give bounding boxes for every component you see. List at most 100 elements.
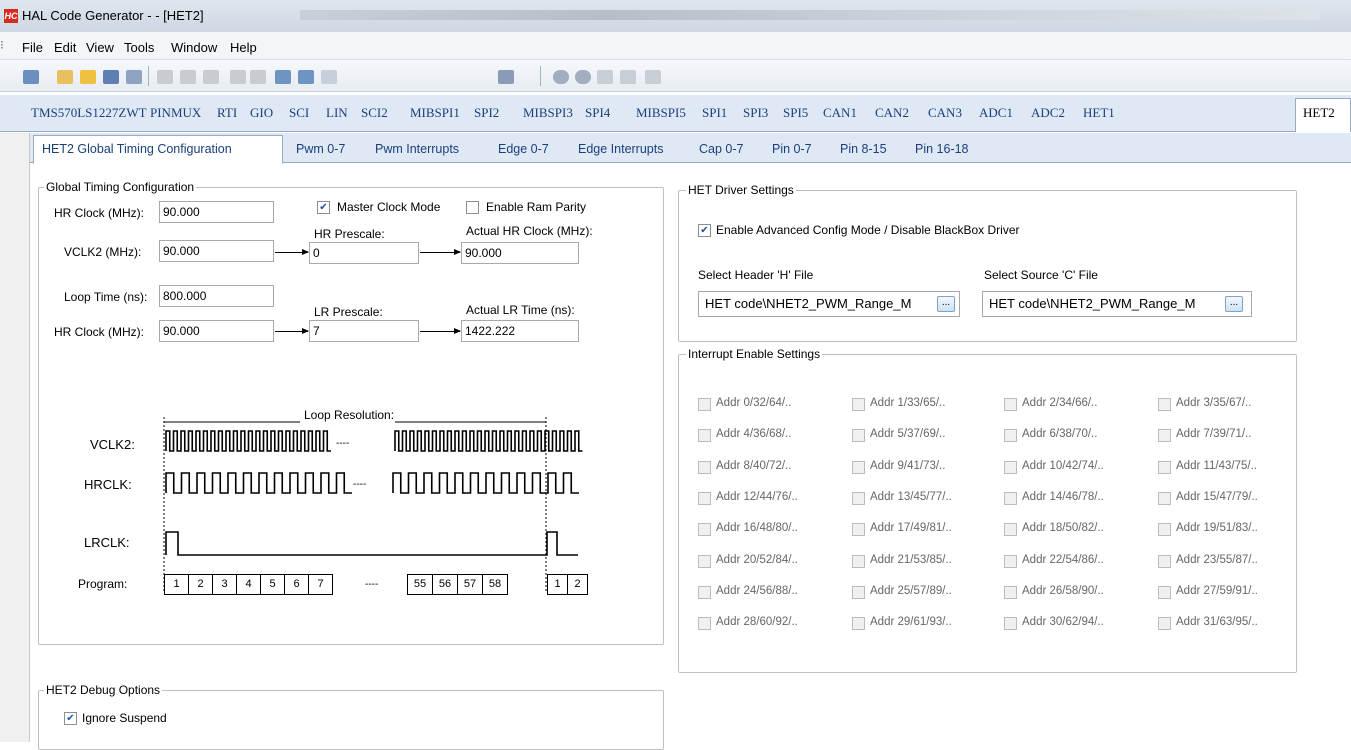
interrupt-checkbox[interactable] (698, 555, 711, 568)
source-browse-button[interactable]: ... (1225, 296, 1243, 312)
tab-mibspi1[interactable]: MIBSPI1 (410, 105, 460, 121)
interrupt-checkbox[interactable] (1158, 586, 1171, 599)
source-file-field[interactable]: HET code\NHET2_PWM_Range_M (982, 291, 1252, 317)
tab-can1[interactable]: CAN1 (823, 105, 857, 121)
home-icon[interactable] (645, 70, 661, 84)
interrupt-checkbox[interactable] (698, 398, 711, 411)
interrupt-checkbox[interactable] (1004, 429, 1017, 442)
copy-icon[interactable] (180, 70, 196, 84)
subtab-pin-8-15[interactable]: Pin 8-15 (840, 142, 887, 156)
interrupt-checkbox[interactable] (852, 586, 865, 599)
tab-het2[interactable]: HET2 (1303, 105, 1335, 121)
tab-gio[interactable]: GIO (250, 105, 273, 121)
interrupt-checkbox[interactable] (698, 586, 711, 599)
interrupt-checkbox[interactable] (698, 461, 711, 474)
settings-icon[interactable] (498, 70, 514, 84)
paste-icon[interactable] (203, 70, 219, 84)
subtab-edge-0-7[interactable]: Edge 0-7 (498, 142, 549, 156)
interrupt-checkbox[interactable] (1004, 492, 1017, 505)
interrupt-checkbox[interactable] (1158, 555, 1171, 568)
tab-spi2[interactable]: SPI2 (474, 105, 499, 121)
interrupt-checkbox[interactable] (852, 429, 865, 442)
stop-icon[interactable] (597, 70, 613, 84)
menu-window[interactable]: Window (171, 40, 217, 55)
tab-adc1[interactable]: ADC1 (979, 105, 1013, 121)
tab-rti[interactable]: RTI (217, 105, 237, 121)
subtab-pwm-0-7[interactable]: Pwm 0-7 (296, 142, 345, 156)
interrupt-checkbox[interactable] (852, 492, 865, 505)
generate-icon[interactable] (275, 70, 291, 84)
master-clock-checkbox[interactable]: ✔ (317, 201, 330, 214)
add-icon[interactable] (57, 70, 73, 84)
interrupt-checkbox[interactable] (1158, 461, 1171, 474)
hr-clock-field[interactable]: 90.000 (159, 201, 274, 223)
list-icon[interactable] (321, 70, 337, 84)
tab-can3[interactable]: CAN3 (928, 105, 962, 121)
interrupt-checkbox[interactable] (1004, 523, 1017, 536)
tab-spi4[interactable]: SPI4 (585, 105, 610, 121)
tab-spi3[interactable]: SPI3 (743, 105, 768, 121)
lr-prescale-field[interactable]: 7 (309, 320, 419, 342)
refresh-icon[interactable] (620, 70, 636, 84)
tab-spi1[interactable]: SPI1 (702, 105, 727, 121)
subtab-pin-0-7[interactable]: Pin 0-7 (772, 142, 812, 156)
validate-icon[interactable] (298, 70, 314, 84)
interrupt-checkbox[interactable] (852, 398, 865, 411)
tab-lin[interactable]: LIN (326, 105, 348, 121)
subtab-cap-0-7[interactable]: Cap 0-7 (699, 142, 743, 156)
interrupt-checkbox[interactable] (1004, 461, 1017, 474)
loop-time-field[interactable]: 800.000 (159, 285, 274, 307)
interrupt-checkbox[interactable] (1004, 586, 1017, 599)
interrupt-checkbox[interactable] (1004, 555, 1017, 568)
subtab-global-timing[interactable]: HET2 Global Timing Configuration (42, 142, 232, 156)
tab-mibspi3[interactable]: MIBSPI3 (523, 105, 573, 121)
interrupt-checkbox[interactable] (852, 523, 865, 536)
subtab-edge-interrupts[interactable]: Edge Interrupts (578, 142, 663, 156)
tab-pinmux[interactable]: PINMUX (150, 105, 201, 121)
interrupt-checkbox[interactable] (852, 461, 865, 474)
tab-can2[interactable]: CAN2 (875, 105, 909, 121)
advanced-config-checkbox[interactable]: ✔ (698, 224, 711, 237)
tab-tms570ls1227zwt[interactable]: TMS570LS1227ZWT (31, 105, 147, 121)
cut-icon[interactable] (157, 70, 173, 84)
tab-sci[interactable]: SCI (289, 105, 309, 121)
interrupt-checkbox[interactable] (698, 523, 711, 536)
ram-parity-checkbox[interactable] (466, 201, 479, 214)
new-icon[interactable] (23, 70, 39, 84)
tab-het1[interactable]: HET1 (1083, 105, 1115, 121)
interrupt-checkbox[interactable] (1158, 617, 1171, 630)
open-folder-icon[interactable] (80, 70, 96, 84)
interrupt-checkbox[interactable] (1158, 398, 1171, 411)
tab-adc2[interactable]: ADC2 (1031, 105, 1065, 121)
interrupt-checkbox[interactable] (1004, 398, 1017, 411)
undo-icon[interactable] (230, 70, 246, 84)
hr-prescale-field[interactable]: 0 (309, 242, 419, 264)
interrupt-checkbox[interactable] (852, 617, 865, 630)
menu-tools[interactable]: Tools (124, 40, 154, 55)
menu-help[interactable]: Help (230, 40, 257, 55)
interrupt-checkbox[interactable] (1158, 523, 1171, 536)
interrupt-checkbox[interactable] (698, 429, 711, 442)
back-icon[interactable] (553, 70, 569, 84)
menu-file[interactable]: File (22, 40, 43, 55)
header-file-field[interactable]: HET code\NHET2_PWM_Range_M (698, 291, 960, 317)
vclk2-field[interactable]: 90.000 (159, 240, 274, 262)
header-browse-button[interactable]: ... (937, 296, 955, 312)
menu-edit[interactable]: Edit (54, 40, 76, 55)
subtab-pwm-interrupts[interactable]: Pwm Interrupts (375, 142, 459, 156)
forward-icon[interactable] (575, 70, 591, 84)
interrupt-checkbox[interactable] (698, 492, 711, 505)
interrupt-checkbox[interactable] (1004, 617, 1017, 630)
interrupt-checkbox[interactable] (1158, 429, 1171, 442)
save-icon[interactable] (103, 70, 119, 84)
interrupt-checkbox[interactable] (1158, 492, 1171, 505)
menu-view[interactable]: View (86, 40, 114, 55)
interrupt-checkbox[interactable] (698, 617, 711, 630)
save-all-icon[interactable] (126, 70, 142, 84)
interrupt-checkbox[interactable] (852, 555, 865, 568)
redo-icon[interactable] (250, 70, 266, 84)
tab-sci2[interactable]: SCI2 (361, 105, 388, 121)
subtab-pin-16-18[interactable]: Pin 16-18 (915, 142, 969, 156)
tab-mibspi5[interactable]: MIBSPI5 (636, 105, 686, 121)
ignore-suspend-checkbox[interactable]: ✔ (64, 712, 77, 725)
